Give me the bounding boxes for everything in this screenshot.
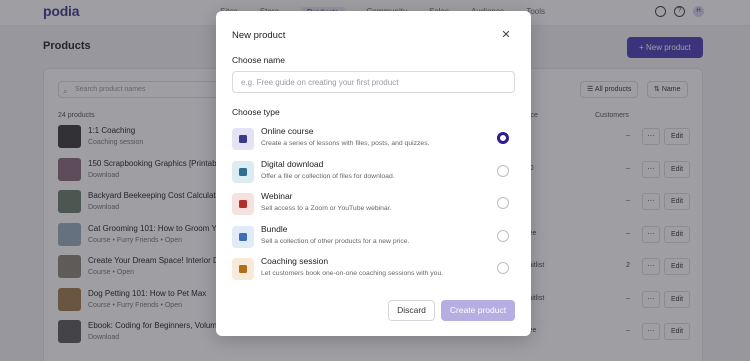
option-radio[interactable] [497,164,509,177]
dialog-title: New product [232,30,286,41]
option-radio[interactable] [497,132,509,144]
product-name-input[interactable] [232,71,515,93]
webinar-icon [232,193,254,215]
choose-name-label: Choose name [232,55,285,65]
coaching-icon [232,258,254,280]
option-description: Sell a collection of other products for … [261,237,410,245]
bundle-icon [232,225,254,248]
product-type-option[interactable]: Webinar Sell access to a Zoom or YouTube … [232,190,515,218]
download-icon [232,160,254,183]
option-description: Let customers book one-on-one coaching s… [261,270,444,277]
close-icon[interactable]: ✕ [499,28,513,41]
option-title: Digital download [261,158,324,169]
create-product-button[interactable]: Create product [441,300,515,321]
product-type-option[interactable]: Coaching session Let customers book one-o… [232,255,515,283]
icon-glyph [239,232,247,241]
product-type-option[interactable]: Bundle Sell a collection of other product… [232,223,515,251]
icon-glyph [239,135,247,143]
option-radio[interactable] [497,262,509,274]
option-title: Webinar [261,191,293,201]
option-radio[interactable] [497,197,509,209]
choose-type-label: Choose type [232,107,280,117]
discard-button[interactable]: Discard [388,300,435,321]
option-title: Bundle [261,223,288,234]
option-title: Coaching session [261,256,329,266]
icon-glyph [239,200,247,208]
icon-glyph [239,167,247,176]
product-type-option[interactable]: Digital download Offer a file or collecti… [232,158,515,186]
option-title: Online course [261,126,314,136]
product-type-option[interactable]: Online course Create a series of lessons … [232,125,515,153]
option-description: Offer a file or collection of files for … [261,172,395,180]
option-description: Create a series of lessons with files, p… [261,140,430,147]
new-product-dialog: New product ✕ Choose name Choose type On… [216,11,531,336]
option-description: Sell access to a Zoom or YouTube webinar… [261,205,392,212]
course-icon [232,128,254,150]
option-radio[interactable] [497,229,509,242]
icon-glyph [239,265,247,273]
